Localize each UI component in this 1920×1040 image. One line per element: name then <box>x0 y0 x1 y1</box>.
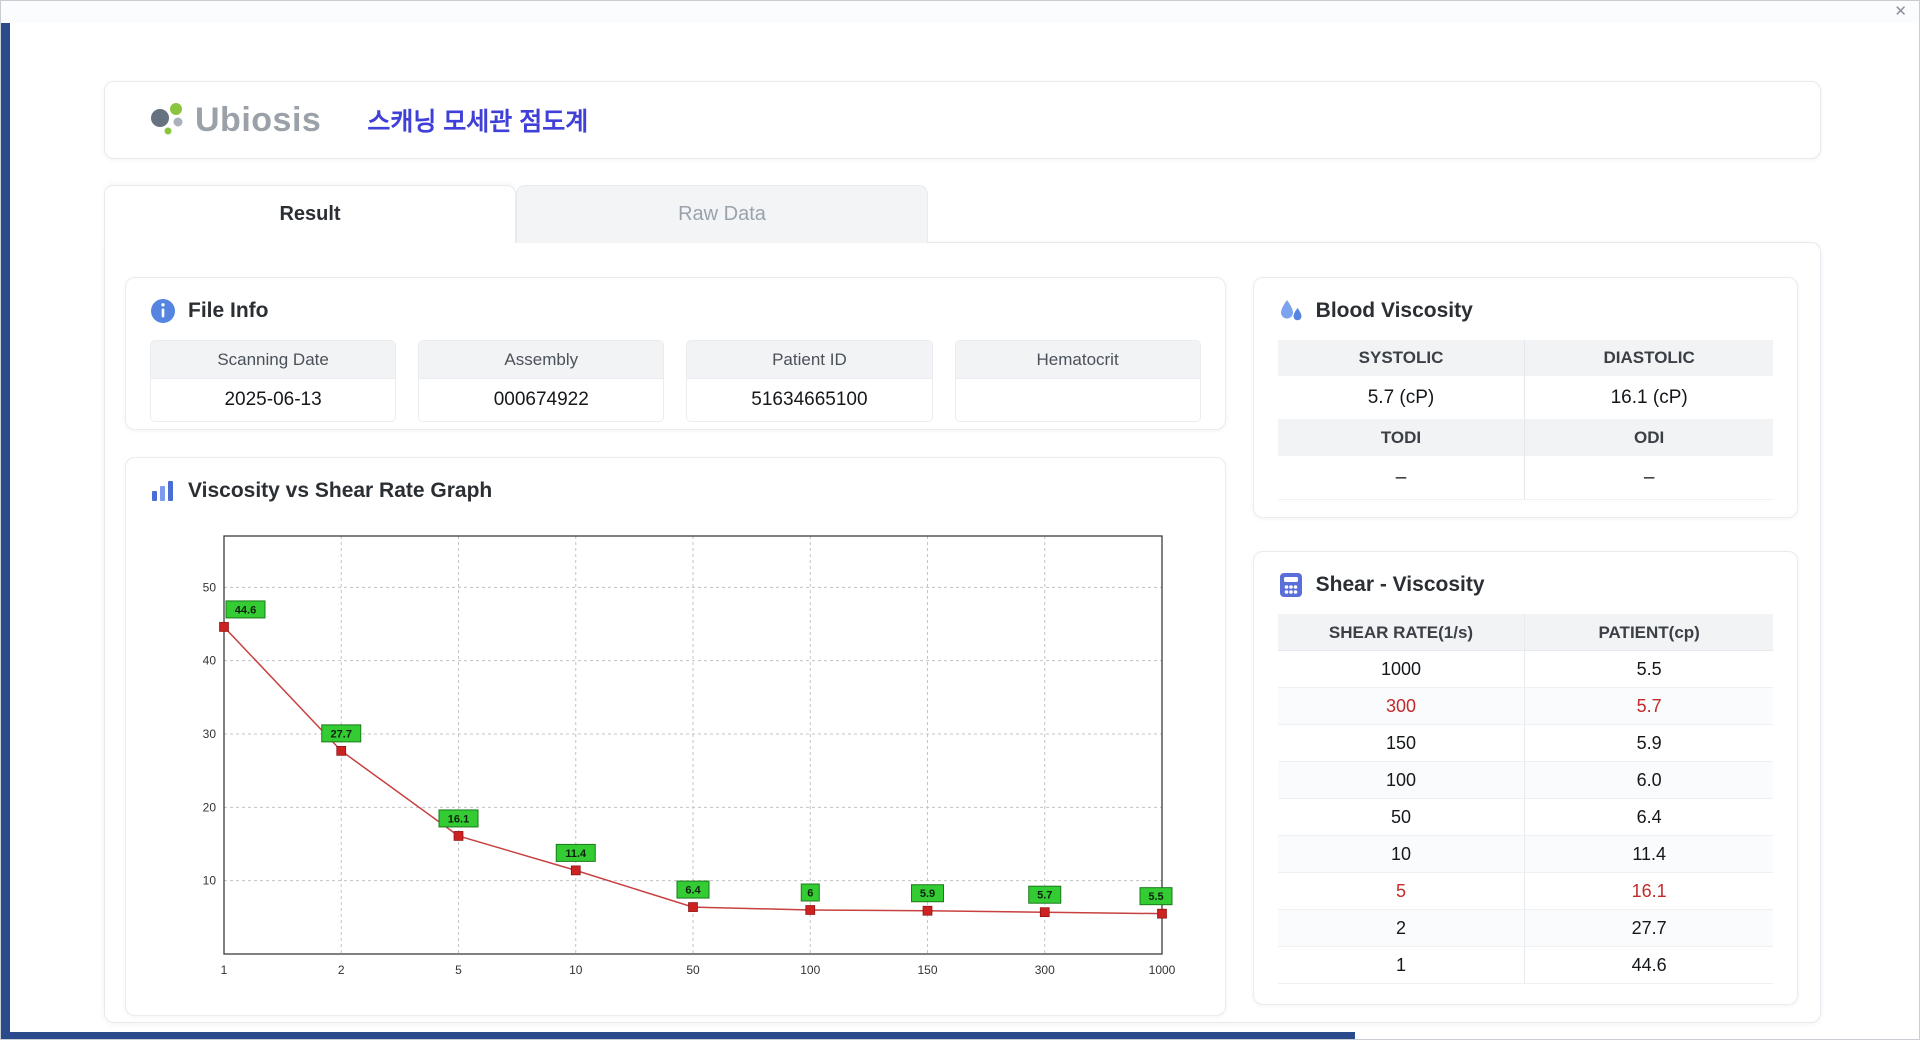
file-info-field: Patient ID 51634665100 <box>686 340 933 422</box>
field-label: Hematocrit <box>955 341 1200 379</box>
bv-value-cell: 5.7 (cP) <box>1277 376 1526 420</box>
graph-title: Viscosity vs Shear Rate Graph <box>188 479 493 502</box>
content-panel: File Info Scanning Date 2025-06-13 Assembl… <box>104 242 1821 1023</box>
blood-viscosity-title: Blood Viscosity <box>1315 299 1473 322</box>
field-value: 000674922 <box>419 379 664 421</box>
svg-text:30: 30 <box>203 727 217 741</box>
field-label: Scanning Date <box>151 341 396 379</box>
shear-patient-cell: 6.0 <box>1525 762 1773 799</box>
graph-card: Viscosity vs Shear Rate Graph 10 20 30 40 50… <box>125 457 1226 1016</box>
svg-text:40: 40 <box>203 654 217 668</box>
shear-rate-cell: 1 <box>1277 947 1526 984</box>
svg-text:150: 150 <box>917 963 937 977</box>
bv-value-cell: – <box>1525 456 1773 500</box>
svg-text:10: 10 <box>203 874 217 888</box>
shear-rate-cell: 100 <box>1277 762 1526 799</box>
shear-col-header: SHEAR RATE(1/s) <box>1277 614 1526 651</box>
shear-patient-cell: 6.4 <box>1525 799 1773 836</box>
droplets-icon <box>1278 298 1304 324</box>
bv-value-cell: – <box>1277 456 1526 500</box>
calculator-icon <box>1278 572 1304 598</box>
shear-patient-cell: 5.5 <box>1525 651 1773 688</box>
shear-rate-cell: 300 <box>1277 688 1526 725</box>
svg-text:20: 20 <box>203 800 217 814</box>
file-info-card: File Info Scanning Date 2025-06-13 Assembl… <box>125 277 1226 430</box>
svg-text:5: 5 <box>455 963 462 977</box>
bottom-edge-strip <box>10 1032 1355 1039</box>
file-info-field: Scanning Date 2025-06-13 <box>150 340 397 422</box>
page-title: 스캐닝 모세관 점도계 <box>367 108 589 136</box>
svg-text:27.7: 27.7 <box>331 728 352 740</box>
svg-text:1000: 1000 <box>1149 963 1176 977</box>
svg-text:100: 100 <box>800 963 820 977</box>
bv-value-cell: 16.1 (cP) <box>1525 376 1773 420</box>
tab-result[interactable]: Result <box>104 185 516 243</box>
shear-viscosity-card: Shear - Viscosity SHEAR RATE(1/s) PATIENT… <box>1252 551 1798 1005</box>
shear-patient-cell: 16.1 <box>1525 873 1773 910</box>
svg-text:6: 6 <box>807 888 813 900</box>
left-column: File Info Scanning Date 2025-06-13 Assembl… <box>125 277 1226 1016</box>
svg-text:10: 10 <box>569 963 583 977</box>
bv-header-cell: TODI <box>1277 420 1526 456</box>
shear-rate-cell: 10 <box>1277 836 1526 873</box>
bar-chart-icon <box>150 478 176 504</box>
logo-text: Ubiosis <box>195 100 322 139</box>
shear-col-header: PATIENT(cp) <box>1525 614 1773 651</box>
chart-area: 10 20 30 40 50 1 2 5 10 50 100 150 300 1000 44.6 27.7 16… <box>150 520 1201 995</box>
field-label: Patient ID <box>687 341 932 379</box>
shear-rate-cell: 1000 <box>1277 651 1526 688</box>
svg-text:11.4: 11.4 <box>565 848 587 860</box>
app-window: ✕ Ubiosis 스캐닝 모세관 점도계 Result Raw Data Fi… <box>0 0 1920 1040</box>
field-label: Assembly <box>419 341 664 379</box>
field-value <box>955 379 1200 421</box>
blood-viscosity-grid: SYSTOLIC DIASTOLIC 5.7 (cP) 16.1 (cP) TODI OD… <box>1277 340 1773 500</box>
right-column: Blood Viscosity SYSTOLIC DIASTOLIC 5.7 (cP… <box>1252 277 1798 1005</box>
field-value: 51634665100 <box>687 379 932 421</box>
bv-header-cell: DIASTOLIC <box>1525 340 1773 376</box>
shear-patient-cell: 27.7 <box>1525 910 1773 947</box>
svg-text:5.5: 5.5 <box>1148 891 1163 903</box>
shear-patient-cell: 44.6 <box>1525 947 1773 984</box>
ubiosis-logo: Ubiosis <box>147 98 321 142</box>
field-value: 2025-06-13 <box>151 379 396 421</box>
blood-viscosity-card: Blood Viscosity SYSTOLIC DIASTOLIC 5.7 (cP… <box>1252 277 1798 518</box>
tab-bar: Result Raw Data <box>104 185 928 243</box>
svg-text:6.4: 6.4 <box>685 885 701 897</box>
logo-dots-icon <box>147 98 189 142</box>
svg-text:300: 300 <box>1035 963 1055 977</box>
shear-viscosity-table: SHEAR RATE(1/s) PATIENT(cp) 1000 5.5 300 5.7 1… <box>1277 614 1773 984</box>
tab-raw-data[interactable]: Raw Data <box>516 185 928 243</box>
info-icon <box>150 298 176 324</box>
shear-patient-cell: 11.4 <box>1525 836 1773 873</box>
titlebar: ✕ <box>1 1 1919 23</box>
svg-text:44.6: 44.6 <box>235 604 256 616</box>
shear-rate-cell: 50 <box>1277 799 1526 836</box>
shear-rate-cell: 5 <box>1277 873 1526 910</box>
shear-patient-cell: 5.7 <box>1525 688 1773 725</box>
svg-text:1: 1 <box>221 963 228 977</box>
shear-rate-cell: 150 <box>1277 725 1526 762</box>
file-info-title: File Info <box>188 299 269 322</box>
viscosity-shear-chart: 10 20 30 40 50 1 2 5 10 50 100 150 300 1000 44.6 27.7 16… <box>203 535 1176 977</box>
file-info-fields: Scanning Date 2025-06-13 Assembly 000674922… <box>150 340 1201 422</box>
svg-text:5.7: 5.7 <box>1037 890 1052 902</box>
file-info-field: Hematocrit <box>954 340 1201 422</box>
left-edge-strip <box>1 23 10 1039</box>
header: Ubiosis 스캐닝 모세관 점도계 <box>104 81 1821 159</box>
file-info-field: Assembly 000674922 <box>418 340 665 422</box>
svg-text:16.1: 16.1 <box>448 813 469 825</box>
close-icon[interactable]: ✕ <box>1894 4 1907 20</box>
shear-viscosity-title: Shear - Viscosity <box>1315 573 1485 596</box>
svg-text:2: 2 <box>338 963 345 977</box>
svg-text:50: 50 <box>203 580 217 594</box>
bv-header-cell: ODI <box>1525 420 1773 456</box>
svg-text:5.9: 5.9 <box>920 888 935 900</box>
shear-rate-cell: 2 <box>1277 910 1526 947</box>
bv-header-cell: SYSTOLIC <box>1277 340 1526 376</box>
shear-patient-cell: 5.9 <box>1525 725 1773 762</box>
svg-text:50: 50 <box>686 963 700 977</box>
